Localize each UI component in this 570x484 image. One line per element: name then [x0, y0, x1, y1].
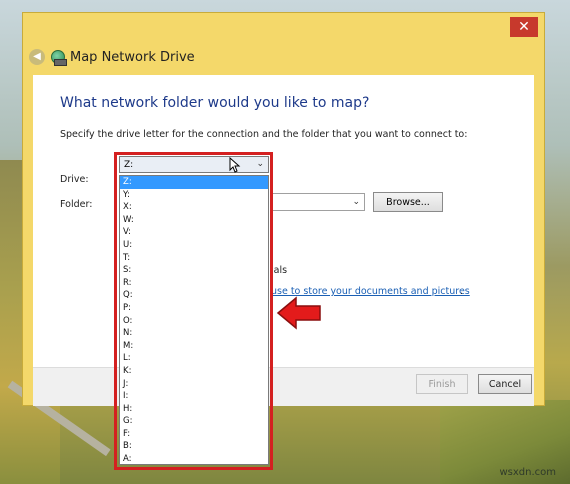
credentials-checkbox-label: ials	[271, 265, 288, 276]
drive-label: Drive:	[60, 174, 89, 185]
drive-select[interactable]: Z: ⌄	[119, 156, 269, 173]
link-period: .	[460, 286, 464, 297]
chevron-down-icon[interactable]: ⌄	[352, 194, 360, 210]
window-title: Map Network Drive	[70, 49, 195, 65]
close-button[interactable]: ✕	[510, 17, 538, 37]
drive-option[interactable]: B:	[120, 440, 268, 453]
drive-option[interactable]: R:	[120, 277, 268, 290]
drive-option[interactable]: L:	[120, 352, 268, 365]
drive-option[interactable]: T:	[120, 252, 268, 265]
drive-option[interactable]: Y:	[120, 189, 268, 202]
drive-option[interactable]: K:	[120, 365, 268, 378]
drive-option[interactable]: F:	[120, 428, 268, 441]
mouse-cursor-icon	[229, 157, 241, 173]
drive-letter-list[interactable]: Z: Y: X: W: V: U: T: S: R: Q: P: O: N: M: L: K: J: I: H: G:…	[119, 175, 269, 465]
browse-button[interactable]: Browse...	[373, 192, 443, 212]
finish-button[interactable]: Finish	[416, 374, 468, 394]
title-bar: ◀ Map Network Drive	[29, 45, 195, 69]
page-heading: What network folder would you like to ma…	[60, 95, 370, 111]
drive-option[interactable]: Z:	[120, 176, 268, 189]
drive-option[interactable]: P:	[120, 302, 268, 315]
back-arrow-icon[interactable]: ◀	[29, 49, 45, 65]
red-arrow-icon	[276, 296, 321, 330]
drive-option[interactable]: I:	[120, 390, 268, 403]
drive-option[interactable]: U:	[120, 239, 268, 252]
drive-option[interactable]: M:	[120, 340, 268, 353]
cancel-button[interactable]: Cancel	[478, 374, 532, 394]
chevron-down-icon[interactable]: ⌄	[256, 157, 264, 172]
instruction-text: Specify the drive letter for the connect…	[60, 129, 468, 140]
drive-select-value: Z:	[124, 160, 134, 170]
drive-option[interactable]: N:	[120, 327, 268, 340]
drive-option[interactable]: W:	[120, 214, 268, 227]
drive-option[interactable]: Q:	[120, 289, 268, 302]
drive-option[interactable]: O:	[120, 315, 268, 328]
drive-option[interactable]: J:	[120, 378, 268, 391]
drive-option[interactable]: X:	[120, 201, 268, 214]
drive-option[interactable]: H:	[120, 403, 268, 416]
drive-option[interactable]: S:	[120, 264, 268, 277]
folder-label: Folder:	[60, 199, 93, 210]
folder-combo[interactable]: ⌄	[271, 193, 365, 211]
drive-option[interactable]: G:	[120, 415, 268, 428]
map-network-drive-window: ✕ ◀ Map Network Drive What network folde…	[22, 12, 545, 406]
drive-option[interactable]: V:	[120, 226, 268, 239]
drive-option[interactable]: A:	[120, 453, 268, 466]
network-drive-icon	[51, 50, 67, 66]
watermark: wsxdn.com	[499, 467, 556, 478]
